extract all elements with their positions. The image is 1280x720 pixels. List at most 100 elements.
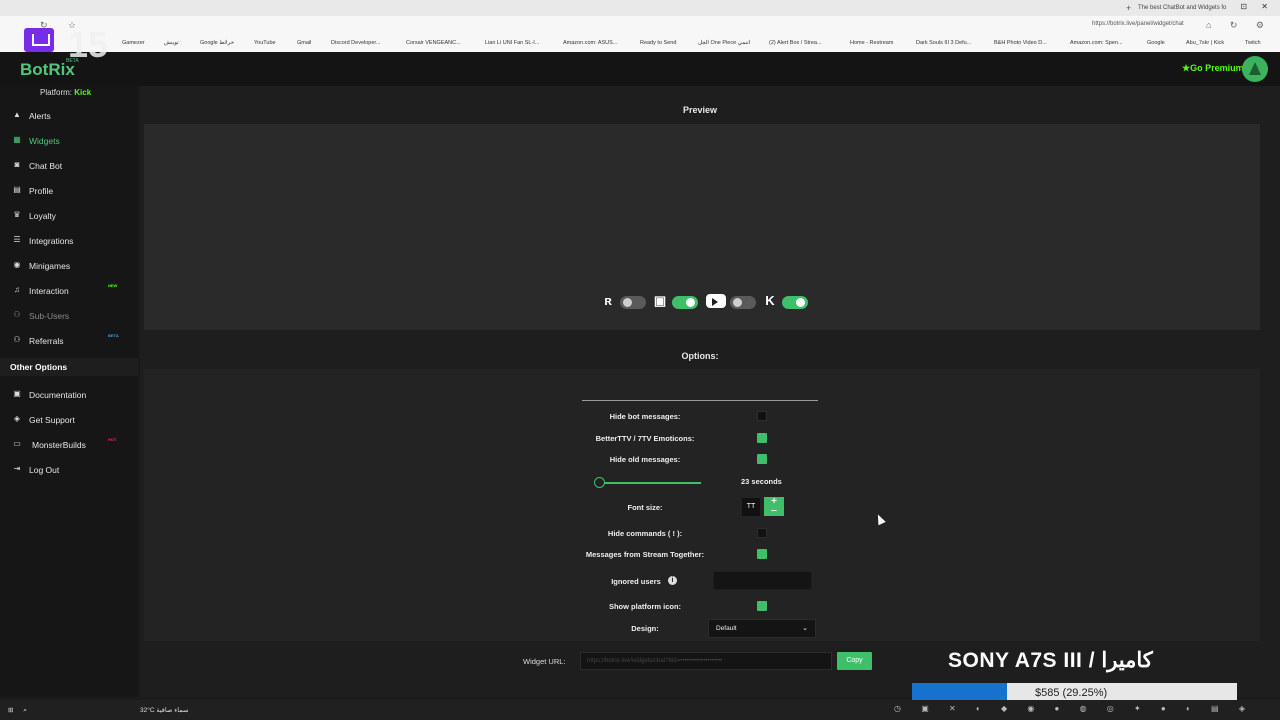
twitch-logo-icon (24, 28, 54, 52)
options-title: Options: (681, 351, 719, 361)
sidebar-item-label: Interaction (29, 286, 69, 296)
font-size-increase-button[interactable]: + – (764, 497, 784, 516)
sidebar-item-monsterbuilds[interactable]: ▭ MonsterBuilds HOT (0, 433, 138, 455)
sidebar-item-label: Sub-Users (29, 311, 70, 321)
botrix-app: BotRix BETA ★Go Premium Platform: Kick ▲… (0, 52, 1280, 697)
widget-url-field[interactable]: https://botrix.live/widgets/chat?bid=•••… (580, 652, 832, 670)
info-icon[interactable]: i (668, 576, 677, 585)
avatar[interactable] (1242, 56, 1268, 82)
bookmark[interactable]: Discord Developer... (331, 40, 381, 46)
bookmark[interactable]: Gmail (297, 40, 311, 46)
sidebar-item-alerts[interactable]: ▲ Alerts (0, 104, 138, 126)
design-value: Default (716, 625, 737, 632)
browser-actions-icon[interactable]: ⌂ ↻ ⚙ (1206, 20, 1272, 31)
sidebar-item-label: Documentation (29, 390, 87, 400)
stream-together-label: Messages from Stream Together: (585, 550, 705, 559)
hide-old-checkbox[interactable] (757, 454, 767, 464)
bookmark[interactable]: الجل One Piece اتنمي (698, 40, 750, 46)
weather-widget[interactable]: 32°C سماء صافية (140, 706, 188, 714)
taskbar-apps-icon[interactable]: ◷ ▣ ✕ ◐ ◆ ◉ ● ◍ ◎ ✦ ● ◐ ▤ ◈ (894, 704, 1254, 713)
ignored-users-input[interactable] (713, 571, 812, 590)
start-icon[interactable]: ⊞ ⌕ (8, 706, 31, 715)
chevron-down-icon: ⌄ (802, 625, 808, 632)
sidebar-item-interaction[interactable]: ♫ Interaction NEW (0, 279, 138, 301)
sidebar-item-chat-bot[interactable]: ◙ Chat Bot (0, 154, 138, 176)
slider-handle[interactable] (594, 477, 605, 488)
new-badge: NEW (108, 283, 118, 288)
sidebar-item-log-out[interactable]: ⇥ Log Out (0, 458, 138, 480)
show-platform-checkbox[interactable] (757, 601, 767, 611)
sidebar-item-integrations[interactable]: ☰ Integrations (0, 229, 138, 251)
bookmark[interactable]: Abu_7skr | Kick (1186, 40, 1224, 46)
users-icon: ⚇ (13, 310, 21, 319)
bookmark[interactable]: Dark Souls III 3 Defu... (916, 40, 971, 46)
sidebar-item-documentation[interactable]: ▣ Documentation (0, 383, 138, 405)
toggle-youtube[interactable] (730, 296, 756, 309)
platform-indicator: Platform: Kick (40, 88, 91, 97)
design-label: Design: (631, 624, 659, 633)
sidebar-item-label: Chat Bot (29, 161, 63, 171)
font-size-decrease-button[interactable]: TT (742, 498, 760, 516)
toggle-twitch[interactable] (672, 296, 698, 309)
copy-button[interactable]: Copy (837, 652, 872, 670)
sidebar-item-label: Profile (29, 186, 54, 196)
go-premium-label: Go Premium (1190, 63, 1244, 73)
new-tab-icon[interactable]: + (1126, 3, 1131, 13)
sidebar-item-sub-users[interactable]: ⚇ Sub-Users (0, 304, 138, 326)
tab-botrix[interactable]: The best ChatBot and Widgets fo (1138, 2, 1246, 16)
platform-toggles: ʀ ▣ K (600, 290, 820, 316)
youtube-icon (706, 294, 726, 308)
window-controls[interactable]: ⊡ ✕ (1240, 2, 1274, 11)
design-select[interactable]: Default ⌄ (708, 619, 816, 638)
sidebar-item-label: Referrals (29, 336, 64, 346)
bookmark[interactable]: B&H Photo Video D... (994, 40, 1047, 46)
hide-commands-checkbox[interactable] (757, 528, 767, 538)
stream-together-checkbox[interactable] (757, 549, 767, 559)
bookmark[interactable]: YouTube (254, 40, 276, 46)
logout-icon: ⇥ (13, 464, 21, 473)
bttv-checkbox[interactable] (757, 433, 767, 443)
other-options-heading: Other Options (0, 358, 138, 376)
show-platform-label: Show platform icon: (608, 602, 682, 611)
bookmark[interactable]: Amazon.com: ASUS... (563, 40, 617, 46)
go-premium-button[interactable]: ★Go Premium (1182, 63, 1244, 74)
bookmark[interactable]: (2) Alert Box / Strea... (769, 40, 822, 46)
toggle-kick-alt[interactable] (620, 296, 646, 309)
font-size-label: Font size: (627, 503, 663, 512)
bookmark[interactable]: Corsair VENGEANC... (406, 40, 461, 46)
bookmark[interactable]: Amazon.com: Spen... (1070, 40, 1123, 46)
robot-icon: ◙ (14, 160, 20, 169)
beta-badge: BETA (108, 333, 119, 338)
grid-icon: ▦ (13, 135, 21, 144)
donation-goal-title: SONY A7S III / كاميرا (948, 649, 1153, 672)
sidebar-item-label: MonsterBuilds (32, 440, 86, 450)
sidebar-item-label: Loyalty (29, 211, 56, 221)
toggle-kick[interactable] (782, 296, 808, 309)
sidebar-item-label: Alerts (29, 111, 51, 121)
laptop-icon: ▭ (13, 439, 21, 448)
kick-icon: K (765, 293, 775, 308)
bookmark[interactable]: Lian Li UNI Fan SL-I... (485, 40, 539, 46)
book-icon: ▣ (13, 389, 21, 398)
tab-strip: + The best ChatBot and Widgets fo ⊡ ✕ (0, 0, 1280, 16)
sidebar-item-profile[interactable]: ▤ Profile (0, 179, 138, 201)
hide-bot-checkbox[interactable] (757, 411, 767, 421)
sidebar-item-get-support[interactable]: ◈ Get Support (0, 408, 138, 430)
sidebar-item-loyalty[interactable]: ♛ Loyalty (0, 204, 138, 226)
hide-old-slider[interactable] (596, 482, 701, 484)
platform-label: Platform: (40, 88, 73, 97)
bookmark[interactable]: Google خرائط (200, 40, 234, 46)
sidebar-item-widgets[interactable]: ▦ Widgets (0, 129, 138, 151)
profile-card-icon: ▤ (13, 185, 21, 194)
bookmark[interactable]: Twitch (1245, 40, 1261, 46)
bookmark[interactable]: Home - Restream (850, 40, 893, 46)
bookmark[interactable]: توينش (164, 40, 179, 46)
address-bar[interactable]: https://botrix.live/panel/widget/chat (1092, 21, 1184, 27)
music-icon: ♫ (14, 285, 20, 294)
bookmark[interactable]: Gamezer (122, 40, 145, 46)
bookmark[interactable]: Google (1147, 40, 1165, 46)
bookmark[interactable]: Ready to Send (640, 40, 676, 46)
users-icon: ⚇ (13, 335, 21, 344)
sidebar-item-referrals[interactable]: ⚇ Referrals BETA (0, 329, 138, 351)
sidebar-item-minigames[interactable]: ◉ Minigames (0, 254, 138, 276)
